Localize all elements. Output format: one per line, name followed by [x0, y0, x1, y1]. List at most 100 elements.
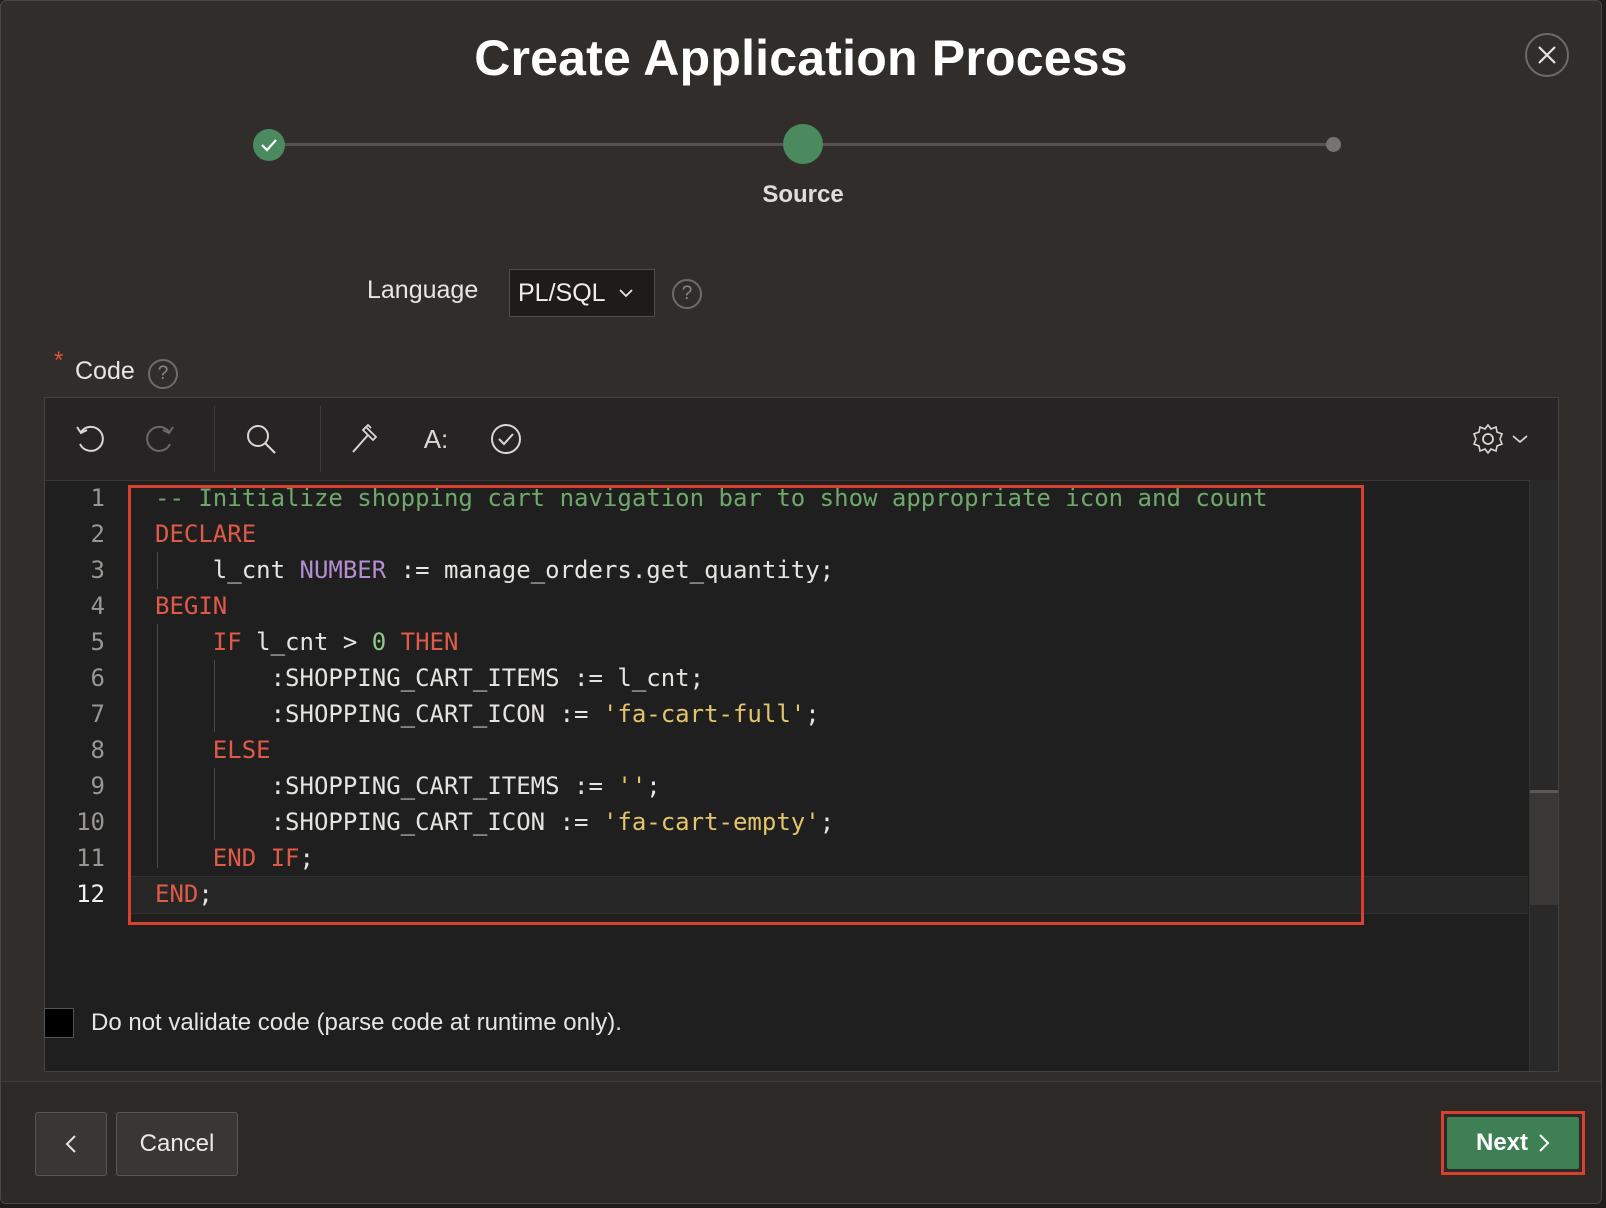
code-token: l_cnt >: [241, 628, 372, 656]
code-lines[interactable]: 1 -- Initialize shopping cart navigation …: [45, 480, 1558, 914]
code-token: := manage_orders.get_quantity;: [386, 556, 835, 584]
format-icon: A:: [423, 423, 449, 454]
dialog-footer: Cancel Next: [1, 1081, 1601, 1203]
close-button[interactable]: [1525, 33, 1569, 77]
line-content: :SHOPPING_CART_ITEMS := '';: [155, 768, 661, 804]
progress-line-1: [271, 143, 793, 146]
code-token: ;: [646, 772, 661, 800]
code-token: -- Initialize shopping cart navigation b…: [155, 484, 1268, 512]
code-line[interactable]: 7 :SHOPPING_CART_ICON := 'fa-cart-full';: [45, 696, 1528, 732]
code-token: :SHOPPING_CART_ITEMS :=: [155, 772, 618, 800]
hammer-icon: [352, 423, 378, 453]
chevron-down-icon: [1512, 435, 1528, 444]
line-number: 7: [90, 700, 105, 728]
wizard-step-future: [1326, 137, 1341, 152]
editor-scrollbar[interactable]: [1529, 480, 1558, 1071]
code-editor[interactable]: A: 1 -- Initialize shopping cart navigat…: [44, 397, 1559, 1072]
checkmark-icon: [261, 139, 277, 152]
gear-icon: [1472, 423, 1504, 455]
code-line[interactable]: 12 END;: [45, 876, 1528, 912]
code-label: Code: [75, 357, 135, 385]
code-token: 'fa-cart-empty': [602, 808, 820, 836]
code-token: :SHOPPING_CART_ITEMS := l_cnt;: [155, 664, 705, 692]
code-token: 0: [371, 628, 387, 656]
line-content: -- Initialize shopping cart navigation b…: [155, 480, 1268, 516]
code-token: l_cnt: [155, 556, 300, 584]
line-number: 12: [76, 880, 105, 908]
undo-button[interactable]: [67, 416, 113, 462]
toolbar-separator: [214, 406, 215, 472]
next-label: Next: [1475, 1129, 1529, 1156]
code-token: IF: [212, 628, 242, 656]
validate-icon: [491, 424, 521, 454]
code-token: :SHOPPING_CART_ICON :=: [155, 700, 603, 728]
code-line[interactable]: 6 :SHOPPING_CART_ITEMS := l_cnt;: [45, 660, 1528, 696]
code-line[interactable]: 1 -- Initialize shopping cart navigation …: [45, 480, 1528, 516]
code-token: ;: [819, 808, 835, 836]
line-content: BEGIN: [155, 588, 227, 624]
line-content: IF l_cnt > 0 THEN: [155, 624, 459, 660]
code-token: BEGIN: [155, 592, 228, 620]
line-content: :SHOPPING_CART_ICON := 'fa-cart-empty';: [155, 804, 835, 840]
help-mark: ?: [681, 283, 693, 304]
redo-button[interactable]: [137, 416, 183, 462]
wizard-step-current: [783, 124, 823, 164]
line-number: 4: [90, 592, 105, 620]
code-token: END IF: [212, 844, 300, 872]
cancel-button[interactable]: Cancel: [116, 1112, 238, 1176]
previous-button[interactable]: [35, 1112, 107, 1176]
format-button[interactable]: A:: [413, 416, 459, 462]
validate-button[interactable]: [483, 416, 529, 462]
line-number: 3: [90, 556, 105, 584]
line-number: 1: [90, 484, 105, 512]
editor-toolbar: A:: [45, 398, 1558, 481]
next-button[interactable]: Next: [1447, 1117, 1579, 1169]
scrollbar-thumb[interactable]: [1530, 790, 1558, 905]
line-number: 6: [90, 664, 105, 692]
line-content: DECLARE: [155, 516, 256, 552]
code-token: :SHOPPING_CART_ICON :=: [155, 808, 603, 836]
editor-settings-button[interactable]: [1465, 416, 1535, 462]
line-content: END;: [155, 876, 213, 912]
line-number: 5: [90, 628, 105, 656]
wizard-step-complete: [253, 129, 285, 161]
progress-line-2: [813, 143, 1333, 146]
create-application-process-dialog: Create Application Process Source Langua…: [0, 0, 1602, 1204]
code-token: END: [155, 880, 199, 908]
code-line[interactable]: 8 ELSE: [45, 732, 1528, 768]
code-token: '': [617, 772, 647, 800]
code-token: ;: [299, 844, 314, 872]
code-line[interactable]: 9 :SHOPPING_CART_ITEMS := '';: [45, 768, 1528, 804]
language-help-icon[interactable]: ?: [672, 279, 702, 309]
help-mark: ?: [157, 363, 169, 384]
search-icon: [247, 425, 276, 454]
hint-button[interactable]: [343, 416, 389, 462]
line-number: 8: [90, 736, 105, 764]
no-validate-checkbox[interactable]: [44, 1008, 74, 1038]
redo-icon: [146, 425, 174, 452]
no-validate-label: Do not validate code (parse code at runt…: [91, 1009, 622, 1036]
line-number: 9: [90, 772, 105, 800]
code-token: DECLARE: [155, 520, 257, 548]
wizard-step-label: Source: [762, 181, 844, 208]
code-line[interactable]: 4 BEGIN: [45, 588, 1528, 624]
code-token: ;: [805, 700, 820, 728]
code-token: 'fa-cart-full': [602, 700, 806, 728]
code-token: ELSE: [212, 736, 271, 764]
language-select[interactable]: PL/SQL: [509, 269, 655, 317]
code-help-icon[interactable]: ?: [148, 359, 178, 389]
close-icon: [1538, 46, 1556, 64]
search-button[interactable]: [238, 416, 284, 462]
line-number: 2: [90, 520, 105, 548]
code-line[interactable]: 3 l_cnt NUMBER := manage_orders.get_quan…: [45, 552, 1528, 588]
chevron-left-icon: [65, 1135, 76, 1153]
code-line[interactable]: 10 :SHOPPING_CART_ICON := 'fa-cart-empty…: [45, 804, 1528, 840]
line-content: ELSE: [155, 732, 271, 768]
language-label: Language: [367, 276, 479, 304]
code-line[interactable]: 5 IF l_cnt > 0 THEN: [45, 624, 1528, 660]
code-line[interactable]: 11 END IF;: [45, 840, 1528, 876]
code-token: THEN: [400, 628, 459, 656]
code-line[interactable]: 2 DECLARE: [45, 516, 1528, 552]
